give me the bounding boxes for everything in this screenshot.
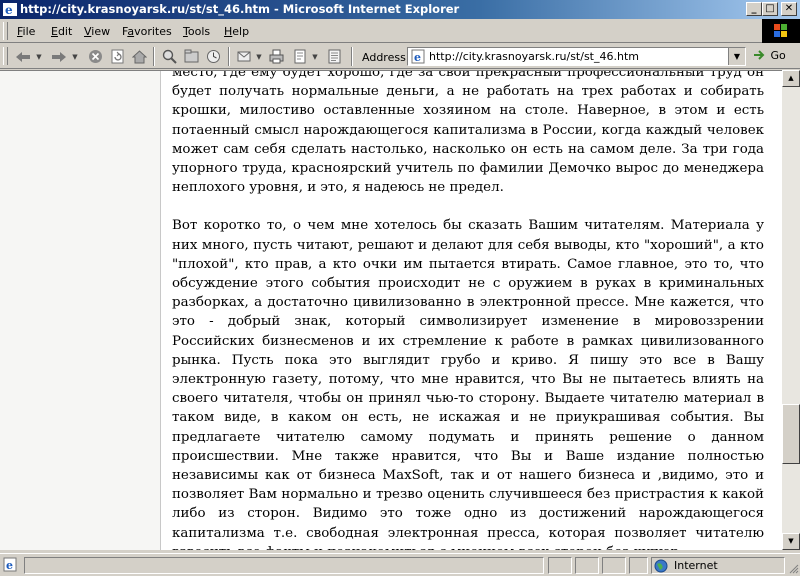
menu-view-label: iew	[91, 25, 111, 38]
menu-tools-label: ools	[187, 25, 211, 38]
toolbar-separator	[228, 47, 230, 66]
menu-view[interactable]: View	[84, 25, 110, 38]
status-panel	[602, 557, 626, 574]
toolbar-separator	[351, 47, 353, 66]
resize-grip-icon[interactable]	[787, 562, 799, 574]
ie-icon: e	[3, 3, 17, 17]
forward-button[interactable]	[48, 48, 70, 65]
arrow-up-icon: ▲	[788, 74, 794, 82]
favorites-icon	[184, 49, 198, 63]
address-bar[interactable]: e http://city.krasnoyarsk.ru/st/st_46.ht…	[407, 47, 746, 66]
svg-text:e: e	[6, 559, 13, 572]
menu-file-label: ile	[22, 25, 36, 38]
search-icon	[162, 49, 177, 64]
stop-icon	[88, 50, 102, 63]
menu-favorites[interactable]: Favorites	[122, 25, 172, 38]
search-button[interactable]	[159, 48, 179, 65]
windows-logo	[762, 19, 800, 43]
security-zone-panel[interactable]: Internet	[651, 557, 785, 574]
title-bar[interactable]: e http://city.krasnoyarsk.ru/st/st_46.ht…	[0, 0, 800, 19]
refresh-icon	[111, 49, 123, 64]
vertical-scrollbar[interactable]: ▲ ▼	[782, 70, 800, 550]
favorites-button[interactable]	[181, 48, 201, 65]
status-bar: e Internet	[0, 553, 800, 576]
mail-dropdown[interactable]: ▼	[254, 48, 264, 65]
menu-edit[interactable]: Edit	[51, 25, 72, 38]
chevron-down-icon: ▼	[72, 52, 78, 61]
menu-favorites-label: vorites	[134, 25, 172, 38]
article-body: место, где ему будет хорошо, где за свой…	[172, 70, 764, 550]
chevron-down-icon: ▼	[312, 52, 318, 61]
menu-edit-hotkey: E	[51, 25, 58, 38]
chevron-down-icon: ▼	[256, 52, 262, 61]
chevron-down-icon: ▼	[36, 52, 42, 61]
minimize-button[interactable]: _	[746, 2, 762, 16]
globe-icon	[654, 559, 668, 573]
address-label: Address	[362, 51, 406, 64]
history-button[interactable]	[203, 48, 223, 65]
maximize-button[interactable]: □	[762, 2, 778, 16]
toolbar-grip[interactable]	[3, 47, 8, 65]
print-button[interactable]	[266, 48, 286, 65]
page-viewport[interactable]: место, где ему будет хорошо, где за свой…	[0, 70, 782, 550]
go-button[interactable]: Go	[753, 49, 786, 62]
scroll-down-button[interactable]: ▼	[782, 533, 800, 550]
menu-help[interactable]: Help	[224, 25, 249, 38]
back-icon	[16, 51, 30, 62]
scroll-thumb[interactable]	[782, 404, 800, 464]
address-label-text: Address	[362, 51, 406, 64]
svg-text:e: e	[5, 3, 13, 17]
edit-button[interactable]	[290, 48, 310, 65]
status-panel	[548, 557, 572, 574]
discuss-icon	[328, 49, 340, 64]
page-icon: e	[411, 49, 425, 64]
home-icon	[131, 50, 147, 64]
print-icon	[269, 49, 283, 64]
address-input[interactable]: http://city.krasnoyarsk.ru/st/st_46.htm	[429, 50, 639, 63]
back-button[interactable]	[12, 48, 34, 65]
mail-button[interactable]	[234, 48, 254, 65]
menu-help-label: elp	[232, 25, 250, 38]
arrow-down-icon: ▼	[788, 537, 794, 545]
edit-icon	[294, 49, 305, 64]
back-dropdown[interactable]: ▼	[34, 48, 44, 65]
windows-flag-icon	[774, 24, 787, 37]
menu-tools[interactable]: Tools	[183, 25, 210, 38]
status-text-panel	[24, 557, 544, 574]
window-title: http://city.krasnoyarsk.ru/st/st_46.htm …	[20, 2, 460, 16]
menu-file[interactable]: File	[17, 25, 35, 38]
history-icon	[206, 50, 220, 63]
status-panel	[575, 557, 599, 574]
stop-button[interactable]	[85, 48, 105, 65]
svg-text:e: e	[414, 51, 421, 64]
left-column	[0, 71, 161, 550]
chevron-down-icon: ▼	[733, 52, 741, 61]
menu-edit-label: dit	[57, 25, 73, 38]
security-zone-label: Internet	[674, 559, 718, 572]
go-label: Go	[770, 49, 786, 62]
menu-bar: File Edit View Favorites Tools Help	[0, 19, 800, 43]
forward-dropdown[interactable]: ▼	[70, 48, 80, 65]
mail-icon	[237, 51, 250, 62]
go-arrow-icon	[754, 50, 765, 60]
close-button[interactable]: ✕	[781, 2, 797, 16]
scroll-up-button[interactable]: ▲	[782, 70, 800, 87]
status-panel	[629, 557, 648, 574]
edit-dropdown[interactable]: ▼	[310, 48, 320, 65]
article-paragraph: место, где ему будет хорошо, где за свой…	[172, 70, 764, 196]
page-status-icon: e	[3, 557, 17, 572]
refresh-button[interactable]	[107, 48, 127, 65]
discuss-button[interactable]	[324, 48, 344, 65]
menubar-grip[interactable]	[3, 22, 8, 40]
article-paragraph: Вот коротко то, о чем мне хотелось бы ск…	[172, 218, 764, 550]
address-dropdown[interactable]: ▼	[728, 48, 745, 65]
forward-icon	[52, 51, 66, 62]
home-button[interactable]	[129, 48, 149, 65]
toolbar-separator	[153, 47, 155, 66]
